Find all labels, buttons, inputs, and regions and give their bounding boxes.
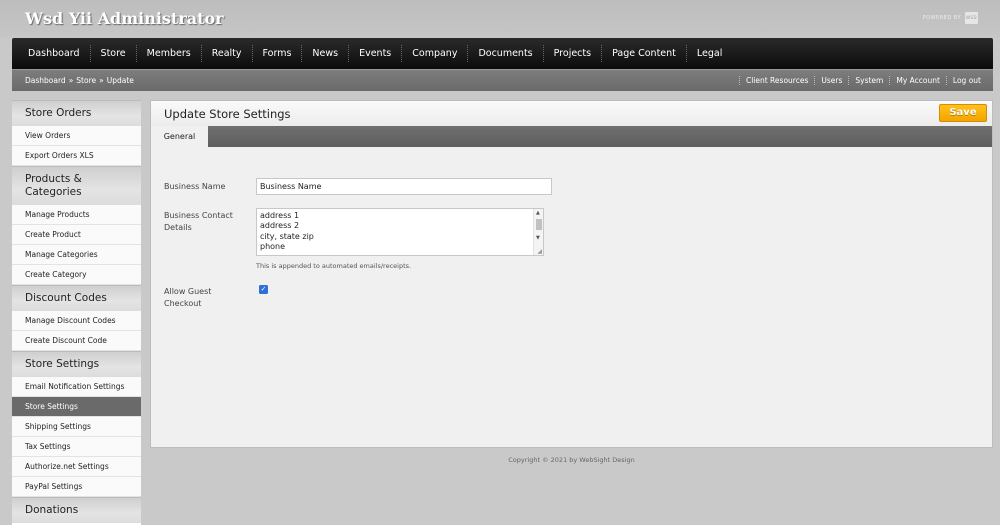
nav-realty[interactable]: Realty	[202, 45, 253, 62]
sidebar-item-create-category[interactable]: Create Category	[12, 265, 141, 285]
breadcrumb-separator: »	[99, 76, 104, 85]
business-contact-label: Business Contact Details	[164, 211, 233, 232]
sidebar-group-store-settings: Store Settings	[12, 351, 141, 377]
nav-projects[interactable]: Projects	[544, 45, 603, 62]
nav-documents[interactable]: Documents	[468, 45, 544, 62]
nav-events[interactable]: Events	[349, 45, 403, 62]
breadcrumb-separator: »	[68, 76, 74, 85]
check-icon: ✓	[260, 285, 267, 293]
sidebar-item-manage-products[interactable]: Manage Products	[12, 205, 141, 225]
util-my-account[interactable]: My Account	[889, 76, 946, 85]
sidebar-item-export-orders[interactable]: Export Orders XLS	[12, 146, 141, 166]
scroll-thumb[interactable]	[536, 219, 542, 230]
sidebar-group-donations: Donations	[12, 497, 141, 523]
app-title: Wsd Yii Administrator	[25, 9, 224, 28]
sidebar-item-view-orders[interactable]: View Orders	[12, 126, 141, 146]
guest-checkout-label: Allow Guest Checkout	[164, 287, 212, 308]
business-name-label: Business Name	[164, 182, 226, 191]
util-log-out[interactable]: Log out	[945, 76, 987, 85]
tab-bar: General	[151, 126, 992, 147]
sidebar: Store Orders View Orders Export Orders X…	[12, 100, 141, 525]
sub-bar: Dashboard » Store » Update Client Resour…	[12, 69, 993, 91]
utility-nav: Client Resources Users System My Account…	[738, 76, 993, 85]
breadcrumb: Dashboard » Store » Update	[12, 76, 134, 85]
breadcrumb-store[interactable]: Store	[76, 76, 96, 85]
contact-hint: This is appended to automated emails/rec…	[256, 262, 412, 270]
sidebar-item-manage-categories[interactable]: Manage Categories	[12, 245, 141, 265]
sidebar-item-shipping-settings[interactable]: Shipping Settings	[12, 417, 141, 437]
nav-company[interactable]: Company	[402, 45, 469, 62]
sidebar-item-tax-settings[interactable]: Tax Settings	[12, 437, 141, 457]
util-users[interactable]: Users	[814, 76, 848, 85]
nav-forms[interactable]: Forms	[253, 45, 303, 62]
nav-dashboard[interactable]: Dashboard	[18, 45, 91, 62]
business-name-input[interactable]	[256, 178, 552, 195]
nav-store[interactable]: Store	[91, 45, 137, 62]
page-title: Update Store Settings	[164, 107, 291, 121]
sidebar-group-discount-codes: Discount Codes	[12, 285, 141, 311]
contact-line: city, state zip	[260, 231, 314, 241]
wsd-logo-icon: WSD	[965, 12, 978, 24]
guest-checkout-checkbox[interactable]: ✓	[259, 285, 268, 294]
contact-line: address 1	[260, 211, 300, 220]
sidebar-item-authorize-net-settings[interactable]: Authorize.net Settings	[12, 457, 141, 477]
breadcrumb-dashboard[interactable]: Dashboard	[25, 76, 66, 85]
nav-legal[interactable]: Legal	[687, 45, 732, 62]
textarea-content: address 1 address 2 city, state zip phon…	[257, 209, 543, 254]
sidebar-item-paypal-settings[interactable]: PayPal Settings	[12, 477, 141, 497]
tab-general[interactable]: General	[151, 126, 208, 147]
sidebar-item-email-notification-settings[interactable]: Email Notification Settings	[12, 377, 141, 397]
contact-line: phone	[260, 241, 286, 251]
sidebar-item-create-product[interactable]: Create Product	[12, 225, 141, 245]
sidebar-item-create-discount-code[interactable]: Create Discount Code	[12, 331, 141, 351]
settings-panel: Update Store Settings Save General Busin…	[150, 100, 993, 448]
footer-copyright: Copyright © 2021 by WebSight Design	[508, 456, 635, 464]
sidebar-group-store-orders: Store Orders	[12, 100, 141, 126]
resize-grip-icon[interactable]: ◢	[537, 248, 542, 255]
sidebar-group-products-categories: Products & Categories	[12, 166, 141, 205]
breadcrumb-current: Update	[106, 76, 134, 85]
sidebar-item-manage-discount-codes[interactable]: Manage Discount Codes	[12, 311, 141, 331]
powered-by: POWERED BY WSD	[923, 12, 978, 24]
triangle-down-icon[interactable]: ▼	[536, 235, 540, 241]
panel-header: Update Store Settings Save	[151, 101, 992, 126]
header: Wsd Yii Administrator POWERED BY WSD	[0, 0, 1000, 38]
sidebar-item-store-settings[interactable]: Store Settings	[12, 397, 141, 417]
triangle-up-icon[interactable]: ▲	[536, 210, 540, 216]
nav-news[interactable]: News	[302, 45, 350, 62]
util-client-resources[interactable]: Client Resources	[738, 76, 814, 85]
save-button[interactable]: Save	[939, 104, 987, 122]
main-nav: Dashboard Store Members Realty Forms New…	[12, 38, 993, 69]
business-contact-textarea[interactable]: address 1 address 2 city, state zip phon…	[256, 208, 544, 256]
util-system[interactable]: System	[848, 76, 889, 85]
nav-page-content[interactable]: Page Content	[602, 45, 687, 62]
contact-line: address 2	[260, 221, 300, 231]
nav-members[interactable]: Members	[137, 45, 202, 62]
powered-by-label: POWERED BY	[922, 15, 961, 21]
